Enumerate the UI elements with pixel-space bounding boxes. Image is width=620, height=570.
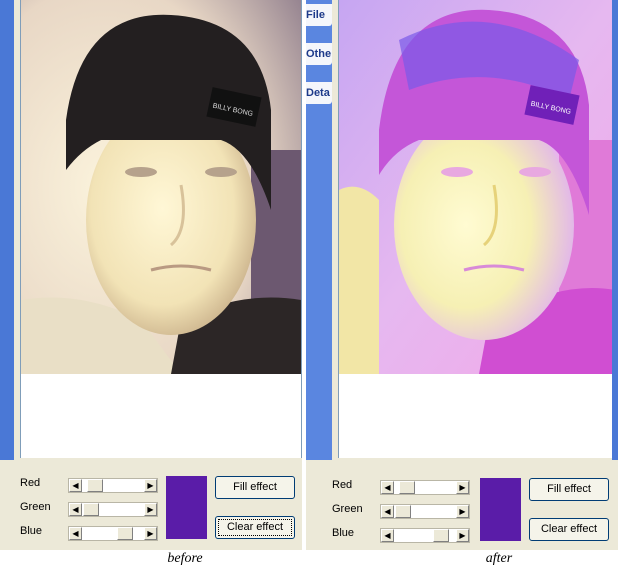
arrow-left-icon[interactable]: ◀ [69, 479, 82, 492]
window-edge [612, 0, 618, 460]
blue-label: Blue [332, 527, 355, 539]
color-controls: Red ◀ ▶ Green ◀ ▶ Blue ◀ ▶ Fill effect C… [10, 460, 296, 550]
tab-other[interactable]: Othe [306, 43, 332, 65]
fill-effect-button[interactable]: Fill effect [529, 478, 609, 501]
window-edge [0, 0, 14, 460]
green-label: Green [332, 503, 363, 515]
fill-effect-button[interactable]: Fill effect [215, 476, 295, 499]
before-panel: BILLY BONG Red ◀ ▶ Green ◀ ▶ Blue ◀ ▶ Fi… [0, 0, 302, 550]
green-slider[interactable]: ◀ ▶ [380, 504, 470, 519]
red-slider[interactable]: ◀ ▶ [68, 478, 158, 493]
slider-thumb[interactable] [117, 527, 133, 540]
portrait-image: BILLY BONG [21, 0, 301, 374]
arrow-left-icon[interactable]: ◀ [69, 503, 82, 516]
after-caption: after [485, 551, 513, 566]
slider-thumb[interactable] [433, 529, 449, 542]
arrow-right-icon[interactable]: ▶ [144, 503, 157, 516]
arrow-left-icon[interactable]: ◀ [381, 481, 394, 494]
color-swatch [480, 478, 521, 541]
arrow-right-icon[interactable]: ▶ [144, 479, 157, 492]
slider-thumb[interactable] [87, 479, 103, 492]
color-swatch [166, 476, 207, 539]
before-photo: BILLY BONG [21, 0, 301, 374]
tab-file[interactable]: File [306, 4, 332, 26]
arrow-left-icon[interactable]: ◀ [381, 529, 394, 542]
before-caption: before [167, 551, 203, 566]
blue-label: Blue [20, 525, 43, 537]
blue-slider[interactable]: ◀ ▶ [380, 528, 470, 543]
slider-thumb[interactable] [395, 505, 411, 518]
arrow-right-icon[interactable]: ▶ [456, 529, 469, 542]
slider-thumb[interactable] [83, 503, 99, 516]
arrow-left-icon[interactable]: ◀ [69, 527, 82, 540]
tab-details[interactable]: Deta [306, 82, 332, 104]
slider-thumb[interactable] [399, 481, 415, 494]
clear-effect-button[interactable]: Clear effect [215, 516, 295, 539]
portrait-image-effect: BILLY BONG [339, 0, 615, 374]
after-photo: BILLY BONG [339, 0, 615, 374]
image-canvas: BILLY BONG [20, 0, 302, 458]
red-label: Red [20, 477, 41, 489]
green-label: Green [20, 501, 51, 513]
image-canvas: BILLY BONG [338, 0, 616, 458]
blue-slider[interactable]: ◀ ▶ [68, 526, 158, 541]
red-label: Red [332, 479, 353, 491]
tabs-strip: File Othe Deta [306, 0, 332, 460]
arrow-left-icon[interactable]: ◀ [381, 505, 394, 518]
red-slider[interactable]: ◀ ▶ [380, 480, 470, 495]
color-controls: Red ◀ ▶ Green ◀ ▶ Blue ◀ ▶ Fill effect C… [322, 460, 612, 550]
after-panel: File Othe Deta BILLY BONG Red ◀ ▶ Green … [306, 0, 618, 550]
arrow-right-icon[interactable]: ▶ [144, 527, 157, 540]
clear-effect-button[interactable]: Clear effect [529, 518, 609, 541]
arrow-right-icon[interactable]: ▶ [456, 481, 469, 494]
green-slider[interactable]: ◀ ▶ [68, 502, 158, 517]
arrow-right-icon[interactable]: ▶ [456, 505, 469, 518]
